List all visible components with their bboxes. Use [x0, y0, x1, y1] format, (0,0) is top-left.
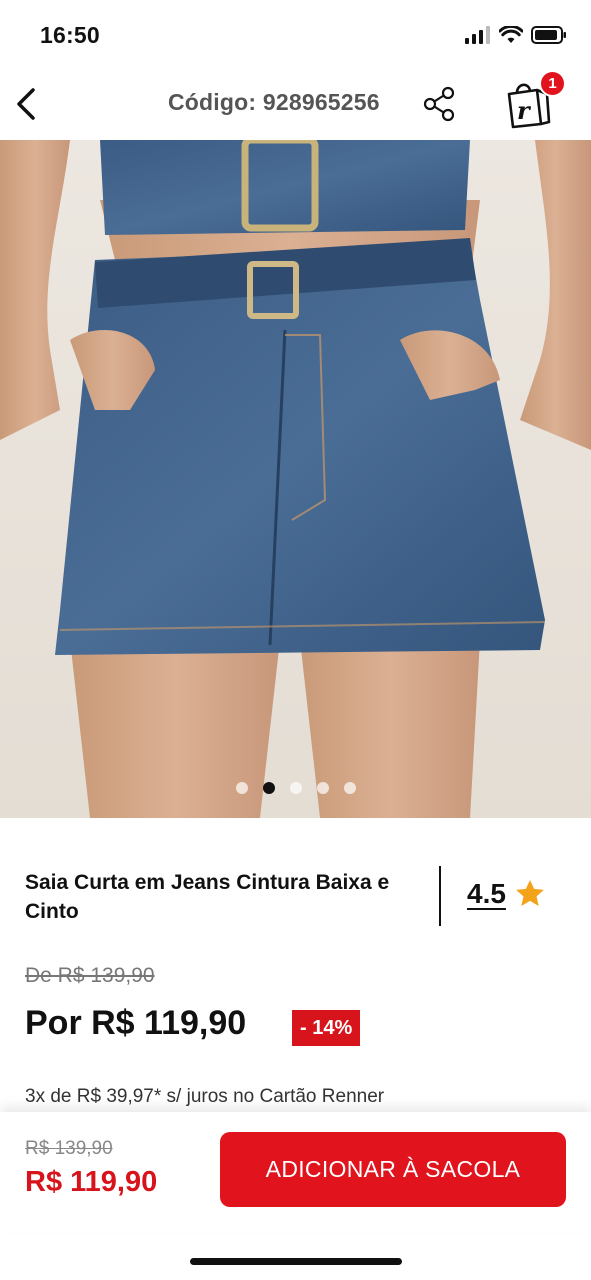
old-price: De R$ 139,90	[25, 964, 155, 987]
battery-icon	[531, 26, 566, 44]
carousel-dot[interactable]	[289, 782, 302, 794]
carousel-dots[interactable]	[0, 782, 591, 794]
star-icon	[516, 880, 544, 906]
bottom-old-price: R$ 139,90	[25, 1138, 113, 1159]
wifi-icon	[499, 26, 523, 43]
rating-value[interactable]: 4.5	[467, 878, 506, 910]
rating[interactable]: 4.5	[467, 878, 546, 910]
product-code: Código: 928965256	[168, 89, 380, 115]
product-name: Saia Curta em Jeans Cintura Baixa e Cint…	[25, 871, 390, 923]
current-price: Por R$ 119,90	[25, 1004, 247, 1042]
carousel-dot[interactable]	[235, 782, 248, 794]
status-icons	[465, 26, 567, 44]
product-image[interactable]	[0, 140, 591, 818]
product-photo	[0, 140, 591, 818]
divider	[439, 866, 441, 926]
status-bar: 16:50	[0, 0, 591, 68]
discount-badge: - 14%	[292, 1010, 361, 1046]
bag-count-badge: 1	[539, 70, 566, 97]
status-time: 16:50	[40, 22, 100, 48]
carousel-dot[interactable]	[316, 782, 329, 794]
bottom-current-price: R$ 119,90	[25, 1166, 158, 1198]
installments-info: 3x de R$ 39,97* s/ juros no Cartão Renne…	[25, 1086, 385, 1107]
bottom-purchase-bar: R$ 139,90 R$ 119,90 ADICIONAR À SACOLA	[0, 1112, 591, 1232]
share-button[interactable]	[422, 86, 458, 122]
signal-icon	[465, 26, 490, 44]
carousel-dot-active[interactable]	[262, 782, 275, 794]
home-indicator[interactable]	[190, 1258, 402, 1265]
add-to-bag-button[interactable]: ADICIONAR À SACOLA	[220, 1132, 566, 1207]
app-header: Código: 928965256 r	[0, 68, 591, 140]
share-icon	[423, 86, 455, 122]
back-button[interactable]	[8, 84, 44, 124]
chevron-left-icon	[17, 88, 35, 120]
svg-text:r: r	[517, 96, 532, 125]
carousel-dot[interactable]	[343, 782, 356, 794]
